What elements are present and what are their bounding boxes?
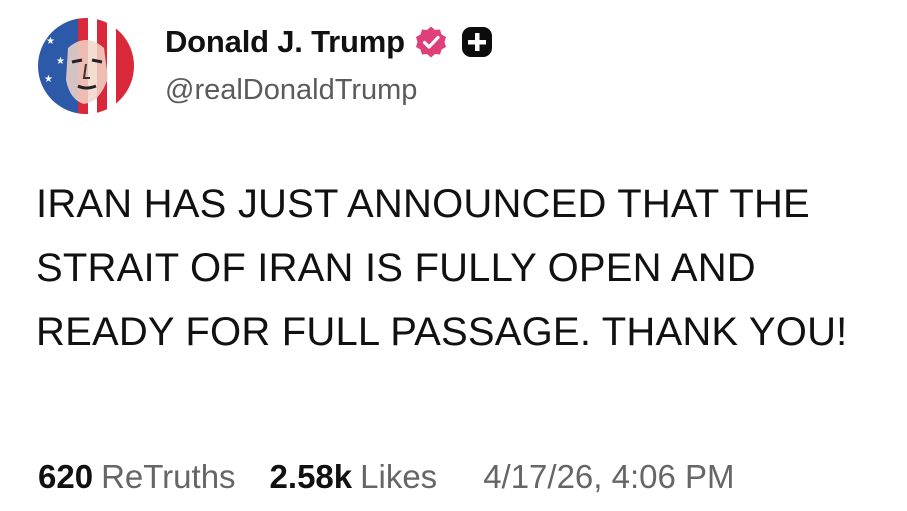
retruths-count[interactable]: 620 — [38, 458, 93, 496]
retruths-label[interactable]: ReTruths — [101, 458, 235, 496]
likes-count[interactable]: 2.58k — [270, 458, 353, 496]
verified-badge-icon — [414, 25, 448, 59]
svg-text:★: ★ — [56, 56, 65, 67]
post-card: ★ ★ ★ Donald J. Trump @realDonaldTrump I… — [0, 0, 907, 511]
post-stats: 620 ReTruths 2.58k Likes 4/17/26, 4:06 P… — [38, 458, 735, 496]
avatar[interactable]: ★ ★ ★ — [38, 18, 134, 114]
author-display-name[interactable]: Donald J. Trump — [165, 24, 405, 60]
post-timestamp[interactable]: 4/17/26, 4:06 PM — [483, 458, 734, 496]
plus-badge-icon — [460, 25, 494, 59]
svg-text:★: ★ — [44, 74, 53, 85]
author-name-row: Donald J. Trump — [165, 20, 494, 64]
post-text: IRAN HAS JUST ANNOUNCED THAT THE STRAIT … — [36, 182, 848, 354]
author-handle[interactable]: @realDonaldTrump — [165, 74, 417, 107]
likes-label[interactable]: Likes — [360, 458, 437, 496]
avatar-image: ★ ★ ★ — [38, 18, 134, 114]
svg-text:★: ★ — [46, 36, 55, 47]
